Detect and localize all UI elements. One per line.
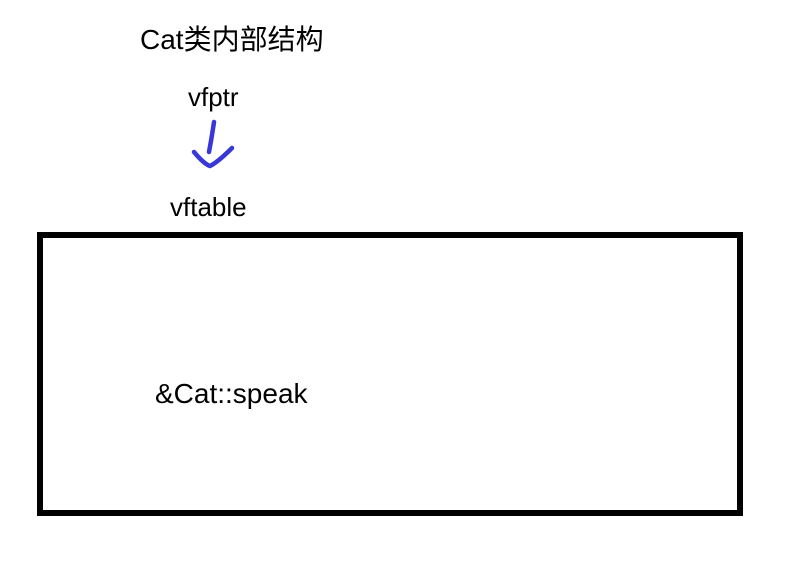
diagram-title: Cat类内部结构: [140, 18, 324, 58]
vftable-entry: &Cat::speak: [155, 378, 308, 410]
vftable-label: vftable: [170, 192, 247, 223]
arrow-down-icon: [182, 116, 252, 176]
vfptr-label: vfptr: [188, 82, 239, 113]
vftable-box: &Cat::speak: [37, 232, 743, 516]
